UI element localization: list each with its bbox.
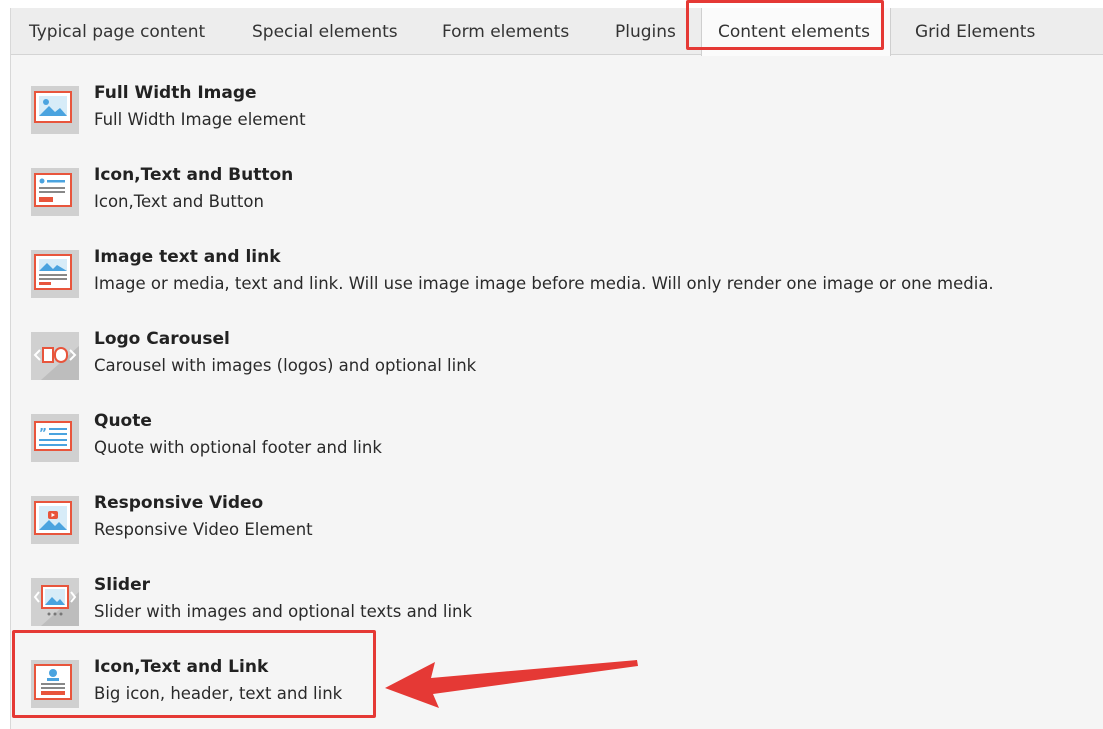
new-content-element-wizard: Typical page content Special elements Fo… <box>10 8 1103 729</box>
tab-plugins[interactable]: Plugins <box>599 8 692 54</box>
item-description: Carousel with images (logos) and optiona… <box>94 356 477 375</box>
list-item-image-text-link[interactable]: Image text and link Image or media, text… <box>11 243 1091 307</box>
quote-icon: ” <box>31 414 79 462</box>
item-title: Logo Carousel <box>94 329 230 349</box>
tab-grid-elements[interactable]: Grid Elements <box>899 8 1051 54</box>
svg-text:”: ” <box>39 426 47 440</box>
list-item-logo-carousel[interactable]: Logo Carousel Carousel with images (logo… <box>11 325 1091 389</box>
video-icon <box>31 496 79 544</box>
list-item-full-width-image[interactable]: Full Width Image Full Width Image elemen… <box>11 79 1091 143</box>
carousel-icon <box>31 332 79 380</box>
item-title: Full Width Image <box>94 83 257 103</box>
item-description: Image or media, text and link. Will use … <box>94 274 994 293</box>
image-icon <box>31 86 79 134</box>
list-item-quote[interactable]: ” Quote Quote with optional footer and l… <box>11 407 1091 471</box>
tab-bar: Typical page content Special elements Fo… <box>11 8 1103 56</box>
tab-typical-page-content[interactable]: Typical page content <box>13 8 221 54</box>
item-title: Quote <box>94 411 152 431</box>
annotation-arrow-icon <box>385 660 638 708</box>
list-item-responsive-video[interactable]: Responsive Video Responsive Video Elemen… <box>11 489 1091 553</box>
item-description: Responsive Video Element <box>94 520 313 539</box>
item-description: Quote with optional footer and link <box>94 438 382 457</box>
text-button-icon <box>31 168 79 216</box>
item-description: Icon,Text and Button <box>94 192 264 211</box>
item-title: Image text and link <box>94 247 281 267</box>
item-description: Full Width Image element <box>94 110 306 129</box>
list-item-slider[interactable]: Slider Slider with images and optional t… <box>11 571 1091 635</box>
item-description: Slider with images and optional texts an… <box>94 602 473 621</box>
image-text-icon <box>31 250 79 298</box>
tab-form-elements[interactable]: Form elements <box>426 8 585 54</box>
item-title: Icon,Text and Button <box>94 165 294 185</box>
item-title: Slider <box>94 575 150 595</box>
tab-special-elements[interactable]: Special elements <box>236 8 414 54</box>
highlight-box-tab <box>686 0 884 50</box>
highlight-box-item <box>12 630 376 718</box>
slider-icon <box>31 578 79 626</box>
item-title: Responsive Video <box>94 493 264 513</box>
list-item-icon-text-button[interactable]: Icon,Text and Button Icon,Text and Butto… <box>11 161 1091 225</box>
